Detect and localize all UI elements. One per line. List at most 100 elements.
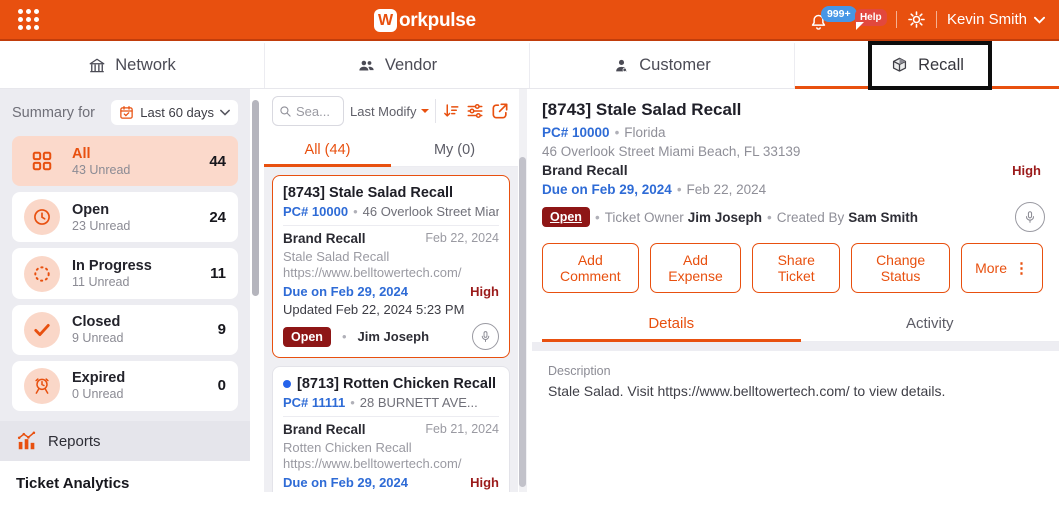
item-label: Closed <box>72 314 121 331</box>
ticket-card[interactable]: [8713] Rotten Chicken Recall PC# 11111 2… <box>272 366 510 492</box>
sort-descending-icon[interactable] <box>442 102 460 120</box>
share-ticket-button[interactable]: Share Ticket <box>752 243 841 293</box>
ticket-title: [8743] Stale Salad Recall <box>283 185 454 201</box>
ticket-title: [8713] Rotten Chicken Recall <box>297 376 497 392</box>
status-badge[interactable]: Open <box>542 207 590 227</box>
chevron-down-icon <box>1034 16 1045 24</box>
dot-separator <box>345 395 360 410</box>
recall-box-icon <box>892 57 907 72</box>
tab-label: Vendor <box>384 56 438 74</box>
user-name: Kevin Smith <box>946 11 1027 28</box>
tab-recall[interactable]: Recall <box>795 43 1059 89</box>
sidebar-item-expired[interactable]: Expired 0 Unread 0 <box>12 360 238 412</box>
date-range-value: Last 60 days <box>140 105 214 120</box>
dot-separator <box>762 210 777 225</box>
logo-w-icon: W <box>374 9 397 32</box>
due-date: Due on Feb 29, 2024 <box>283 475 408 490</box>
apps-grid-icon[interactable] <box>18 9 39 30</box>
status-badge: Open <box>283 326 331 347</box>
tab-label: Network <box>115 56 176 74</box>
description-label: Description <box>548 364 611 378</box>
description-text: Stale Salad. Visit https://www.belltower… <box>548 383 946 399</box>
pc-link[interactable]: PC# 10000 <box>283 204 348 219</box>
summary-sidebar: Summary for Last 60 days All 43 Unread 4… <box>0 89 250 493</box>
more-label: More <box>975 260 1007 276</box>
more-dots-icon <box>1014 259 1029 277</box>
dot-separator <box>337 329 352 344</box>
tab-vendor[interactable]: Vendor <box>265 43 530 88</box>
voice-note-button[interactable] <box>472 323 499 350</box>
divider <box>895 11 897 28</box>
item-label: All <box>72 145 91 162</box>
caret-down-icon <box>421 109 430 117</box>
notification-count-badge[interactable]: 999+ <box>820 5 857 22</box>
summary-for-label: Summary for <box>12 104 95 121</box>
item-unread: 11 Unread <box>72 275 130 289</box>
item-label: In Progress <box>72 258 152 274</box>
bank-icon <box>89 58 105 72</box>
search-input[interactable]: Sea... <box>272 96 344 126</box>
due-date: Due on Feb 29, 2024 <box>283 284 408 299</box>
dot-separator <box>590 210 605 225</box>
description-section: Description Stale Salad. Visit https://w… <box>542 351 1059 399</box>
ticket-address: 46 Overlook Street Miam... <box>362 204 499 219</box>
notifications-button[interactable]: 999+ Help <box>808 5 887 35</box>
chevron-down-icon <box>220 109 230 116</box>
help-badge[interactable]: Help <box>854 8 887 30</box>
sidebar-item-in-progress[interactable]: In Progress 11 Unread 11 <box>12 248 238 299</box>
pc-link[interactable]: PC# 10000 <box>542 123 610 142</box>
add-comment-button[interactable]: Add Comment <box>542 243 639 293</box>
created-date: Feb 22, 2024 <box>686 182 767 197</box>
list-toolbar: Sea... Last Modify <box>264 89 518 133</box>
list-scrollbar[interactable] <box>519 157 526 487</box>
filter-sliders-icon[interactable] <box>466 102 484 120</box>
open-in-new-icon[interactable] <box>490 101 510 121</box>
search-placeholder: Sea... <box>296 103 330 119</box>
due-date: Due on Feb 29, 2024 <box>542 182 672 197</box>
all-grid-icon <box>24 143 60 179</box>
more-button[interactable]: More <box>961 243 1043 293</box>
item-unread: 43 Unread <box>72 162 131 177</box>
add-expense-button[interactable]: Add Expense <box>649 243 742 293</box>
divider <box>935 11 937 28</box>
detail-tab-activity[interactable]: Activity <box>801 305 1059 341</box>
tab-network[interactable]: Network <box>0 43 265 88</box>
spinner-icon <box>24 255 60 292</box>
ticket-desc-url: https://www.belltowertech.com/ <box>283 456 462 471</box>
priority-badge: High <box>1012 163 1041 178</box>
voice-note-button[interactable] <box>1015 202 1045 232</box>
created-by-name: Sam Smith <box>848 209 919 225</box>
search-icon <box>280 105 291 117</box>
ticket-list-column: Sea... Last Modify All (44) My (0) [8743… <box>264 89 518 492</box>
sidebar-item-ticket-analytics[interactable]: Ticket Analytics <box>16 475 234 492</box>
person-icon <box>616 59 628 72</box>
tab-customer[interactable]: Customer <box>530 43 795 88</box>
pc-link[interactable]: PC# 11111 <box>283 395 345 410</box>
sidebar-item-all[interactable]: All 43 Unread 44 <box>12 136 238 187</box>
reports-chart-icon <box>17 431 36 450</box>
ticket-card[interactable]: [8743] Stale Salad Recall PC# 10000 46 O… <box>272 175 510 358</box>
settings-gear-icon[interactable] <box>907 10 926 29</box>
sidebar-item-open[interactable]: Open 23 Unread 24 <box>12 192 238 243</box>
user-menu[interactable]: Kevin Smith <box>947 11 1045 28</box>
date-range-dropdown[interactable]: Last 60 days <box>111 100 238 125</box>
list-tab-all[interactable]: All (44) <box>264 133 391 167</box>
sidebar-scrollbar[interactable] <box>252 100 259 296</box>
item-unread: 23 Unread <box>72 218 131 233</box>
detail-tab-details[interactable]: Details <box>542 305 801 342</box>
sidebar-item-reports[interactable]: Reports <box>0 421 250 462</box>
tab-label: Customer <box>639 56 711 74</box>
top-bar: W orkpulse 999+ Help Kevin Smith <box>0 0 1059 41</box>
list-tab-my[interactable]: My (0) <box>391 133 518 166</box>
item-label: Open <box>72 201 110 218</box>
change-status-button[interactable]: Change Status <box>851 243 951 293</box>
sort-dropdown[interactable]: Last Modify <box>350 103 430 119</box>
detail-address: 46 Overlook Street Miami Beach, FL 33139 <box>542 144 801 159</box>
main-tab-bar: Network Vendor Customer Recall <box>0 43 1059 89</box>
updated-timestamp: Updated Feb 22, 2024 5:23 PM <box>283 302 465 317</box>
ticket-desc-url: https://www.belltowertech.com/ <box>283 265 462 280</box>
sidebar-item-closed[interactable]: Closed 9 Unread 9 <box>12 304 238 355</box>
ticket-owner: Jim Joseph <box>357 329 430 344</box>
workpulse-logo: W orkpulse <box>374 0 476 41</box>
sort-label: Last Modify <box>350 103 417 119</box>
